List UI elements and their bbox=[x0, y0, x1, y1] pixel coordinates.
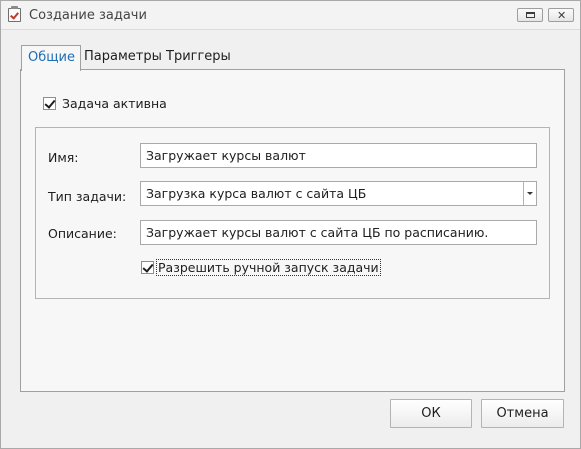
tab-parameters[interactable]: Параметры bbox=[84, 45, 162, 70]
tab-general[interactable]: Общие bbox=[21, 45, 81, 71]
task-type-label: Тип задачи: bbox=[48, 189, 127, 204]
task-type-value: Загрузка курса валют с сайта ЦБ bbox=[146, 186, 367, 201]
allow-manual-run-checkbox[interactable] bbox=[141, 261, 154, 274]
allow-manual-run-label: Разрешить ручной запуск задачи bbox=[156, 259, 381, 276]
close-icon: ✕ bbox=[557, 9, 567, 22]
description-label: Описание: bbox=[48, 226, 117, 241]
task-active-label: Задача активна bbox=[62, 96, 167, 111]
ok-button[interactable]: ОК bbox=[390, 399, 472, 428]
window-title: Создание задачи bbox=[29, 8, 147, 23]
task-active-checkbox[interactable] bbox=[43, 97, 56, 110]
task-type-select[interactable]: Загрузка курса валют с сайта ЦБ bbox=[140, 181, 537, 206]
dialog-window: Создание задачи ✕ Общие Параметры Тригге… bbox=[0, 0, 581, 449]
name-label: Имя: bbox=[48, 150, 79, 165]
task-settings-group: Имя: Загружает курсы валют Тип задачи: З… bbox=[35, 127, 550, 299]
cancel-button[interactable]: Отмена bbox=[481, 399, 564, 428]
restore-button[interactable] bbox=[517, 8, 543, 22]
tab-panel-general: Задача активна Имя: Загружает курсы валю… bbox=[20, 69, 565, 392]
task-calendar-icon bbox=[8, 6, 21, 22]
tab-triggers[interactable]: Триггеры bbox=[166, 45, 231, 70]
name-field[interactable]: Загружает курсы валют bbox=[140, 143, 537, 168]
title-bar: Создание задачи ✕ bbox=[1, 1, 580, 30]
restore-icon bbox=[526, 12, 535, 18]
chevron-down-icon[interactable] bbox=[523, 182, 536, 205]
close-button[interactable]: ✕ bbox=[548, 8, 574, 22]
description-field[interactable]: Загружает курсы валют с сайта ЦБ по расп… bbox=[140, 220, 537, 245]
